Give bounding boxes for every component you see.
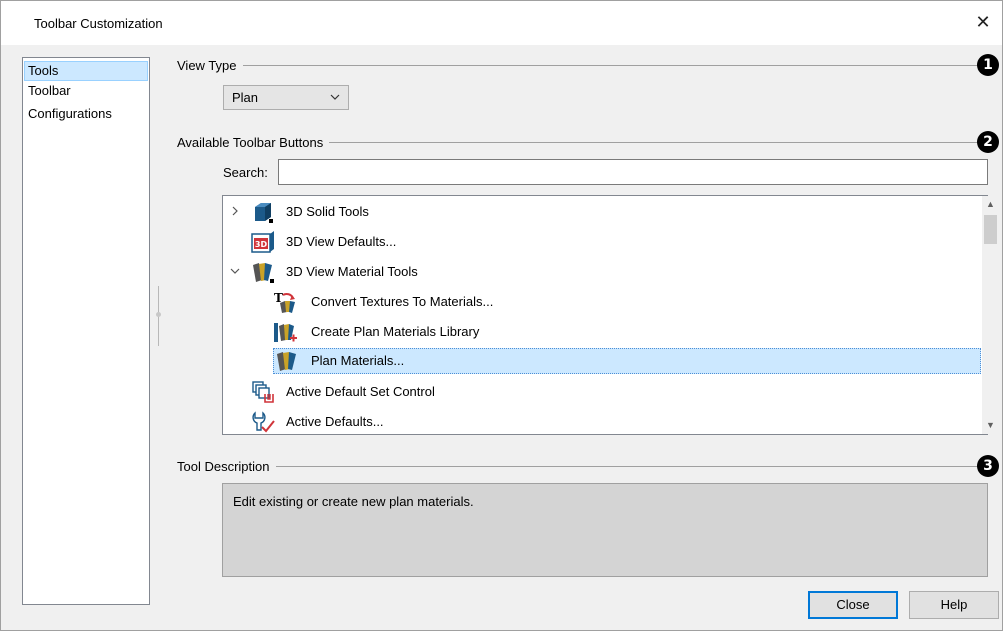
tree-item-label: Active Default Set Control [286, 384, 435, 399]
tree-item-plan-materials[interactable]: Plan Materials... [223, 346, 983, 376]
sidebar-item-configurations[interactable]: Configurations [24, 104, 148, 124]
plan-materials-icon [277, 352, 296, 371]
tree-item-label: Create Plan Materials Library [311, 324, 480, 339]
dialog-title: Toolbar Customization [34, 16, 163, 31]
title-bar: Toolbar Customization ✕ [1, 1, 1002, 45]
chevron-down-icon [330, 94, 340, 100]
close-icon[interactable]: ✕ [972, 11, 994, 33]
toolbar-buttons-tree: 3D Solid Tools 3D 3D View Defaults... 3D… [222, 195, 988, 435]
tree-item-label: Convert Textures To Materials... [311, 294, 494, 309]
tree-item-label: 3D View Material Tools [286, 264, 418, 279]
view-type-value: Plan [232, 90, 259, 105]
tree-item-label: Active Defaults... [286, 414, 384, 429]
tree-item-active-default-set-control[interactable]: Active Default Set Control [223, 377, 983, 407]
view-type-divider [177, 65, 985, 66]
tree-item-convert-textures[interactable]: T Convert Textures To Materials... [223, 287, 983, 317]
tree-item-label: Plan Materials... [311, 353, 405, 368]
create-materials-library-icon [274, 323, 297, 342]
tree-item-label: 3D View Defaults... [286, 234, 397, 249]
close-button[interactable]: Close [808, 591, 898, 619]
tree-scrollbar[interactable]: ▲ ▼ [982, 196, 999, 434]
scroll-up-icon[interactable]: ▲ [982, 196, 999, 213]
active-defaults-icon [252, 411, 275, 433]
search-label: Search: [223, 165, 268, 180]
callout-badge-2: 2 [977, 131, 999, 153]
available-buttons-label: Available Toolbar Buttons [177, 135, 330, 150]
splitter-handle-icon[interactable] [156, 312, 161, 317]
tool-description-divider [177, 466, 985, 467]
material-tools-icon [253, 263, 274, 283]
tool-description-box: Edit existing or create new plan materia… [222, 483, 988, 577]
3d-solid-tools-icon [255, 203, 273, 223]
callout-badge-1: 1 [977, 54, 999, 76]
category-list: Tools Toolbar Configurations [22, 57, 150, 605]
scroll-down-icon[interactable]: ▼ [982, 417, 999, 434]
tree-item-active-defaults[interactable]: Active Defaults... [223, 407, 983, 434]
tree-item-label: 3D Solid Tools [286, 204, 369, 219]
callout-badge-3: 3 [977, 455, 999, 477]
chevron-right-icon[interactable] [230, 206, 240, 216]
3d-view-defaults-icon: 3D [251, 231, 274, 253]
chevron-down-icon[interactable] [230, 266, 240, 276]
search-input[interactable] [278, 159, 988, 185]
sidebar-item-toolbar[interactable]: Toolbar [24, 81, 148, 101]
tree-item-3d-solid-tools[interactable]: 3D Solid Tools [223, 197, 983, 227]
active-default-set-icon [252, 381, 274, 403]
toolbar-customization-dialog: Toolbar Customization ✕ Tools Toolbar Co… [0, 0, 1003, 631]
view-type-select[interactable]: Plan [223, 85, 349, 110]
svg-text:3D: 3D [255, 240, 268, 249]
tree-item-3d-view-material-tools[interactable]: 3D View Material Tools [223, 257, 983, 287]
scrollbar-thumb[interactable] [984, 215, 997, 244]
sidebar-item-tools[interactable]: Tools [24, 61, 148, 81]
tool-description-text: Edit existing or create new plan materia… [233, 494, 474, 509]
convert-textures-icon: T [274, 291, 295, 313]
tree-item-3d-view-defaults[interactable]: 3D 3D View Defaults... [223, 227, 983, 257]
help-button[interactable]: Help [909, 591, 999, 619]
view-type-label: View Type [177, 58, 243, 73]
tree-item-create-plan-materials-library[interactable]: Create Plan Materials Library [223, 317, 983, 347]
tool-description-label: Tool Description [177, 459, 276, 474]
